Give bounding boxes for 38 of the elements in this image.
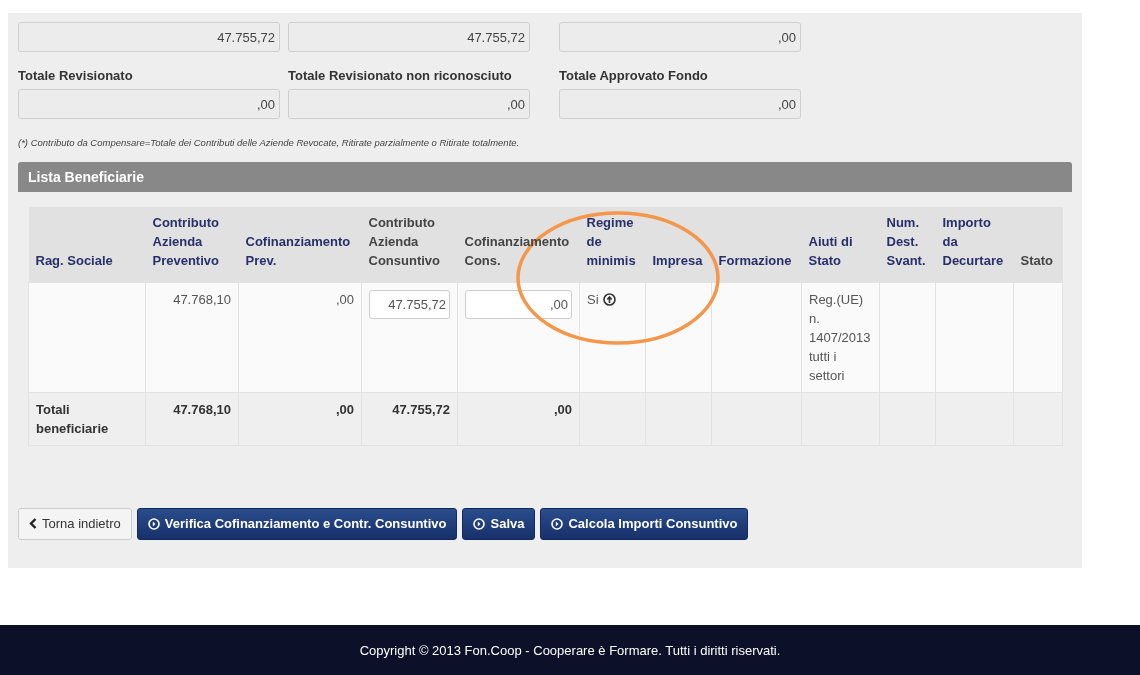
column-header-link[interactable]: Impresa	[645, 207, 712, 282]
field-label: Totale Approvato Fondo	[559, 68, 709, 83]
section-header: Lista Beneficiarie	[18, 162, 1072, 192]
amount-field[interactable]: ,00	[288, 89, 530, 119]
action-button[interactable]: Verifica Cofinanziamento e Contr. Consuntivo	[136, 507, 458, 540]
column-header-link[interactable]: Rag. Sociale	[28, 207, 146, 282]
table-cell: 47.768,10	[173, 291, 231, 307]
copyright-text: Copyright © 2013 Fon.Coop - Cooperare è Formare. Tutti i diritti riservati.	[359, 642, 781, 658]
column-header-link[interactable]: Num. Dest. Svant.	[879, 207, 936, 282]
table-cell-text: Si	[587, 290, 599, 309]
field-label: Totale Revisionato non riconosciuto	[288, 68, 513, 83]
amount-field[interactable]: 47.755,72	[288, 22, 530, 52]
amount-input[interactable]: 47.755,72	[369, 289, 450, 319]
amount-field[interactable]: 47.755,72	[18, 22, 280, 52]
column-header-link[interactable]: Formazione	[711, 207, 802, 282]
amount-field[interactable]: ,00	[559, 22, 801, 52]
footnote: (*) Contributo da Compensare=Totale dei Contributi delle Aziende Revocate, Ritirate parzialmente o Ritirate totalmente.	[18, 137, 521, 148]
column-header: Stato	[1013, 207, 1063, 282]
field-label: Totale Revisionato	[18, 68, 134, 83]
column-header: Contributo Azienda Consuntivo	[361, 207, 458, 282]
action-button[interactable]: Salva	[462, 507, 536, 540]
table-cell: 47.768,10	[173, 401, 231, 417]
column-header-link[interactable]: Contributo Azienda Preventivo	[145, 207, 239, 282]
table-cell: Totali beneficiarie	[36, 401, 109, 436]
action-button[interactable]: Calcola Importi Consuntivo	[540, 507, 749, 540]
column-header-link[interactable]: Importo da Decurtare	[935, 207, 1014, 282]
table-cell: ,00	[553, 401, 572, 417]
amount-input[interactable]: ,00	[465, 289, 572, 319]
table-cell: 47.755,72	[392, 401, 450, 417]
column-header-link[interactable]: Cofinanziamento Prev.	[238, 207, 362, 282]
table-cell: ,00	[335, 401, 354, 417]
table-cell: ,00	[335, 291, 354, 307]
amount-field[interactable]: ,00	[18, 89, 280, 119]
back-button[interactable]: Torna indietro	[18, 507, 132, 540]
column-header-link[interactable]: Aiuti di Stato	[801, 207, 880, 282]
column-header-link[interactable]: Regime de minimis	[579, 207, 646, 282]
amount-field[interactable]: ,00	[559, 89, 801, 119]
table-cell: Reg.(UE) n. 1407/2013 tutti i settori	[809, 291, 871, 383]
